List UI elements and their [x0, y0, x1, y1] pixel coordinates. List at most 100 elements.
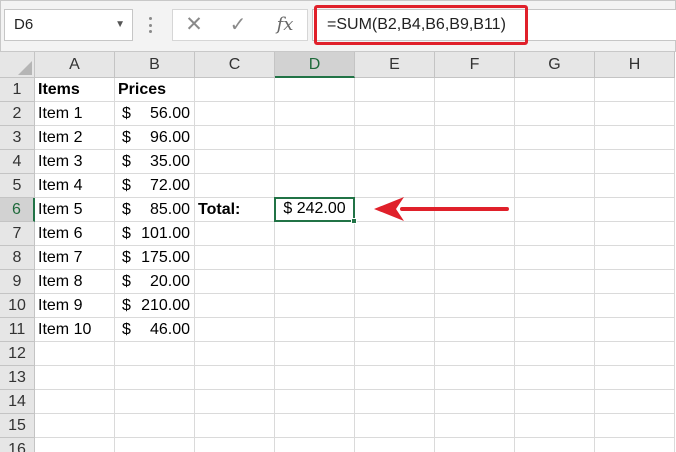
cell-h2[interactable] — [595, 102, 675, 126]
cell-h8[interactable] — [595, 246, 675, 270]
column-header-a[interactable]: A — [35, 52, 115, 78]
row-header-13[interactable]: 13 — [0, 366, 35, 390]
column-header-g[interactable]: G — [515, 52, 595, 78]
cell-c6[interactable]: Total: — [195, 198, 275, 222]
cell-a2[interactable]: Item 1 — [35, 102, 115, 126]
cell-h9[interactable] — [595, 270, 675, 294]
column-header-d[interactable]: D — [275, 52, 355, 78]
cell-b11[interactable]: $46.00 — [115, 318, 195, 342]
cell-a3[interactable]: Item 2 — [35, 126, 115, 150]
row-header-4[interactable]: 4 — [0, 150, 35, 174]
cell-e9[interactable] — [355, 270, 435, 294]
cell-d16[interactable] — [275, 438, 355, 452]
cell-f1[interactable] — [435, 78, 515, 102]
row-header-6[interactable]: 6 — [0, 198, 35, 222]
row-header-15[interactable]: 15 — [0, 414, 35, 438]
cell-a12[interactable] — [35, 342, 115, 366]
cell-f8[interactable] — [435, 246, 515, 270]
cell-a8[interactable]: Item 7 — [35, 246, 115, 270]
cell-d2[interactable] — [275, 102, 355, 126]
row-header-2[interactable]: 2 — [0, 102, 35, 126]
cell-e8[interactable] — [355, 246, 435, 270]
row-header-1[interactable]: 1 — [0, 78, 35, 102]
cell-a14[interactable] — [35, 390, 115, 414]
cell-a4[interactable]: Item 3 — [35, 150, 115, 174]
cell-e12[interactable] — [355, 342, 435, 366]
column-header-f[interactable]: F — [435, 52, 515, 78]
cell-b10[interactable]: $210.00 — [115, 294, 195, 318]
cell-c5[interactable] — [195, 174, 275, 198]
cell-f4[interactable] — [435, 150, 515, 174]
formula-input[interactable]: =SUM(B2,B4,B6,B9,B11) — [312, 9, 676, 41]
fill-handle[interactable] — [351, 218, 357, 224]
cancel-icon[interactable]: ✕ — [181, 10, 207, 40]
cell-d4[interactable] — [275, 150, 355, 174]
cell-g13[interactable] — [515, 366, 595, 390]
cell-e13[interactable] — [355, 366, 435, 390]
cell-g10[interactable] — [515, 294, 595, 318]
cell-h10[interactable] — [595, 294, 675, 318]
cell-d7[interactable] — [275, 222, 355, 246]
cell-b9[interactable]: $20.00 — [115, 270, 195, 294]
cell-d13[interactable] — [275, 366, 355, 390]
cell-b13[interactable] — [115, 366, 195, 390]
cell-d12[interactable] — [275, 342, 355, 366]
row-header-7[interactable]: 7 — [0, 222, 35, 246]
cell-b5[interactable]: $72.00 — [115, 174, 195, 198]
cell-c2[interactable] — [195, 102, 275, 126]
row-header-12[interactable]: 12 — [0, 342, 35, 366]
cell-f11[interactable] — [435, 318, 515, 342]
select-all-button[interactable] — [0, 52, 35, 78]
cell-d5[interactable] — [275, 174, 355, 198]
enter-icon[interactable]: ✓ — [225, 10, 251, 40]
cell-a7[interactable]: Item 6 — [35, 222, 115, 246]
row-header-8[interactable]: 8 — [0, 246, 35, 270]
cell-g15[interactable] — [515, 414, 595, 438]
cell-d8[interactable] — [275, 246, 355, 270]
cell-h15[interactable] — [595, 414, 675, 438]
cell-b4[interactable]: $35.00 — [115, 150, 195, 174]
cell-b1[interactable]: Prices — [115, 78, 195, 102]
cell-f14[interactable] — [435, 390, 515, 414]
cell-e11[interactable] — [355, 318, 435, 342]
cell-c15[interactable] — [195, 414, 275, 438]
row-header-5[interactable]: 5 — [0, 174, 35, 198]
name-box[interactable]: D6 ▼ — [4, 9, 133, 41]
cell-e3[interactable] — [355, 126, 435, 150]
cell-b15[interactable] — [115, 414, 195, 438]
cell-a10[interactable]: Item 9 — [35, 294, 115, 318]
cell-g11[interactable] — [515, 318, 595, 342]
cell-c16[interactable] — [195, 438, 275, 452]
cell-g6[interactable] — [515, 198, 595, 222]
cell-h6[interactable] — [595, 198, 675, 222]
cell-a11[interactable]: Item 10 — [35, 318, 115, 342]
cell-h4[interactable] — [595, 150, 675, 174]
cell-a15[interactable] — [35, 414, 115, 438]
cell-e15[interactable] — [355, 414, 435, 438]
cell-f15[interactable] — [435, 414, 515, 438]
cell-b16[interactable] — [115, 438, 195, 452]
cell-d11[interactable] — [275, 318, 355, 342]
cell-g2[interactable] — [515, 102, 595, 126]
cell-c11[interactable] — [195, 318, 275, 342]
cell-b3[interactable]: $96.00 — [115, 126, 195, 150]
row-header-14[interactable]: 14 — [0, 390, 35, 414]
cell-e14[interactable] — [355, 390, 435, 414]
cell-e2[interactable] — [355, 102, 435, 126]
cell-c14[interactable] — [195, 390, 275, 414]
cell-c13[interactable] — [195, 366, 275, 390]
cell-e16[interactable] — [355, 438, 435, 452]
cell-d15[interactable] — [275, 414, 355, 438]
cell-b8[interactable]: $175.00 — [115, 246, 195, 270]
column-header-h[interactable]: H — [595, 52, 675, 78]
row-header-11[interactable]: 11 — [0, 318, 35, 342]
cell-e10[interactable] — [355, 294, 435, 318]
cell-c10[interactable] — [195, 294, 275, 318]
cell-d3[interactable] — [275, 126, 355, 150]
cell-a16[interactable] — [35, 438, 115, 452]
cell-f9[interactable] — [435, 270, 515, 294]
insert-function-icon[interactable]: fx — [271, 10, 299, 40]
cell-g4[interactable] — [515, 150, 595, 174]
cell-b7[interactable]: $101.00 — [115, 222, 195, 246]
cell-g7[interactable] — [515, 222, 595, 246]
